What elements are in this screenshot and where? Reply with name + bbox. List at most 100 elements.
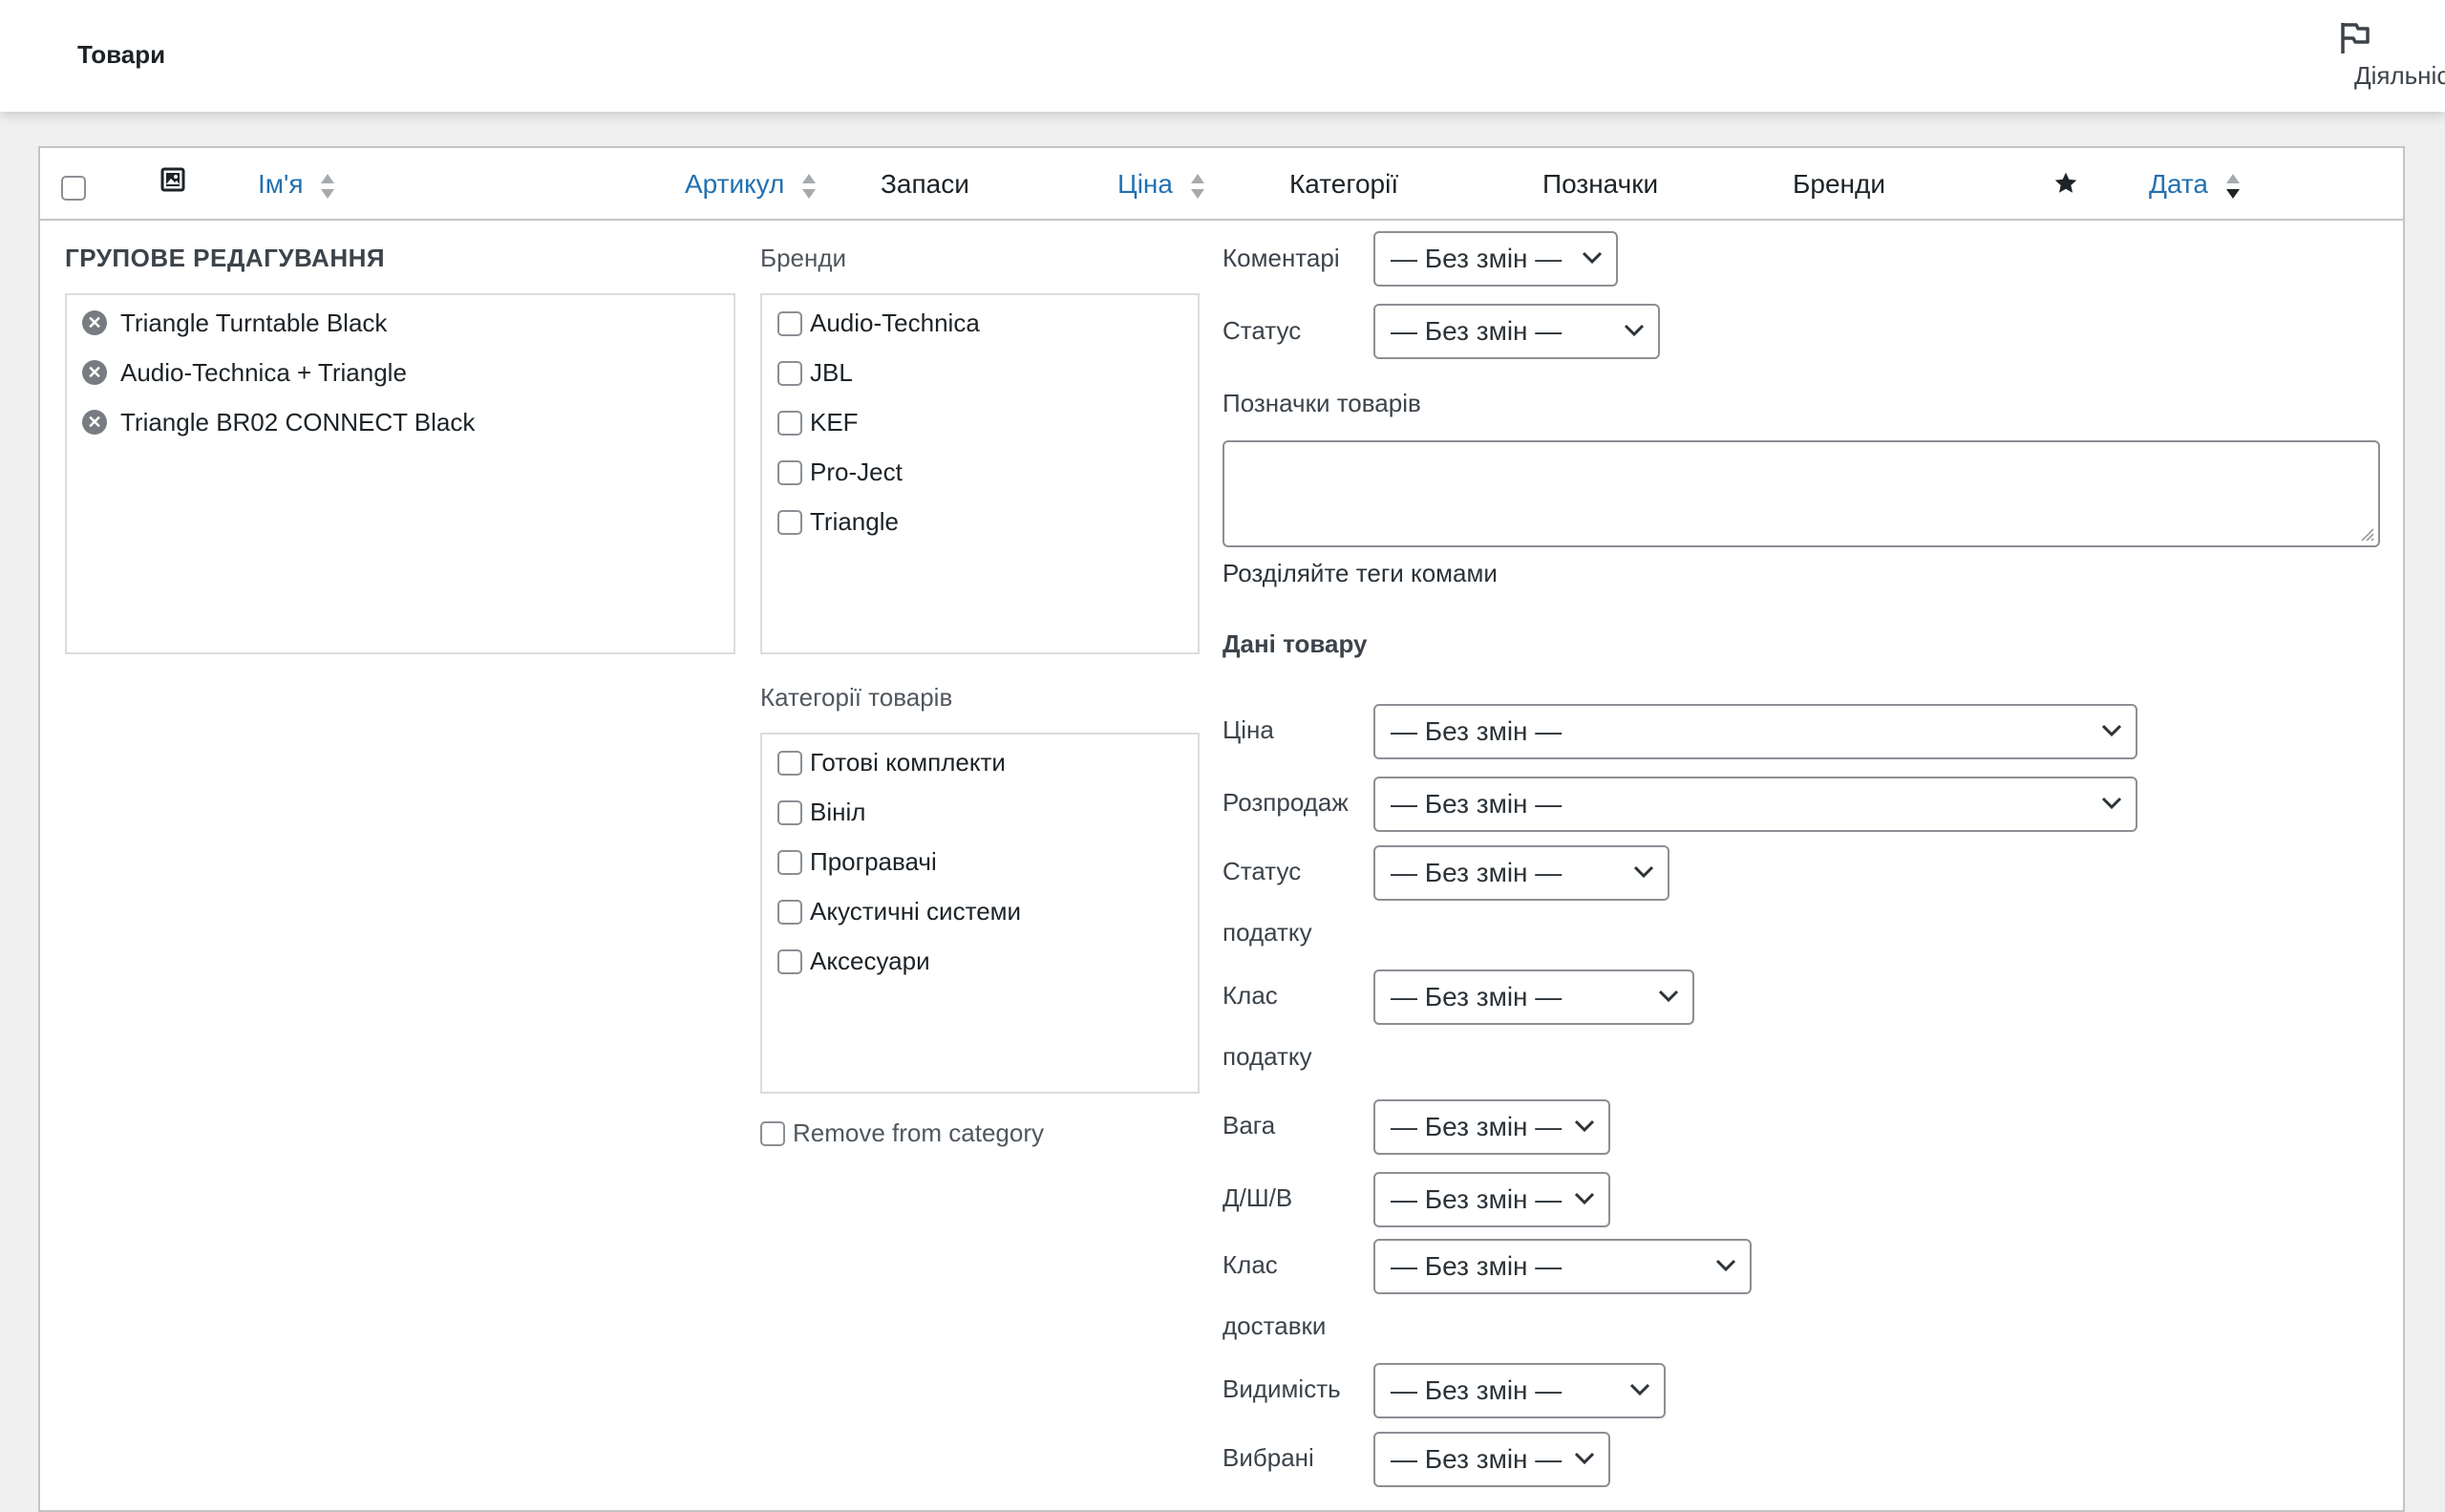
comments-value: — Без змін — <box>1391 244 1563 273</box>
selected-product: ✕ Audio-Technica + Triangle <box>82 358 407 387</box>
sale-label: Розпродаж <box>1222 788 1349 817</box>
brand-option[interactable]: Audio-Technica <box>777 309 980 337</box>
selected-product: ✕ Triangle Turntable Black <box>82 309 387 337</box>
category-option[interactable]: Акустичні системи <box>777 897 1021 926</box>
chevron-down-icon <box>1582 251 1603 265</box>
sort-icon <box>1190 173 1204 199</box>
shipping-class-label-2: доставки <box>1222 1311 1327 1340</box>
tax-class-select[interactable]: — Без змін — <box>1373 969 1694 1025</box>
tax-class-label-2: податку <box>1222 1042 1312 1071</box>
visibility-label: Видимість <box>1222 1374 1341 1403</box>
column-date-label: Дата <box>2149 169 2209 199</box>
brand-option[interactable]: Triangle <box>777 507 899 536</box>
column-price[interactable]: Ціна <box>1117 169 1205 201</box>
brand-option[interactable]: JBL <box>777 358 853 387</box>
column-price-label: Ціна <box>1117 169 1173 199</box>
tax-class-value: — Без змін — <box>1391 982 1563 1012</box>
price-select[interactable]: — Без змін — <box>1373 704 2137 759</box>
category-checkbox[interactable] <box>777 799 802 825</box>
remove-icon[interactable]: ✕ <box>82 410 107 436</box>
category-checkbox[interactable] <box>777 948 802 974</box>
chevron-down-icon <box>2101 724 2122 737</box>
dimensions-value: — Без змін — <box>1391 1184 1563 1214</box>
comments-label: Коментарі <box>1222 244 1340 272</box>
category-option[interactable]: Аксесуари <box>777 947 930 975</box>
column-stock: Запаси <box>881 169 969 199</box>
sort-icon <box>2225 173 2240 199</box>
activity-label: Діяльність <box>2354 61 2445 90</box>
dimensions-select[interactable]: — Без змін — <box>1373 1172 1610 1227</box>
brand-option[interactable]: KEF <box>777 408 859 437</box>
column-categories: Категорії <box>1289 169 1399 199</box>
column-brands: Бренди <box>1793 169 1885 199</box>
category-checkbox[interactable] <box>777 849 802 875</box>
weight-select[interactable]: — Без змін — <box>1373 1099 1610 1155</box>
brand-checkbox[interactable] <box>777 410 802 436</box>
sort-icon <box>802 173 817 199</box>
column-date[interactable]: Дата <box>2149 169 2241 201</box>
select-all-checkbox[interactable] <box>61 175 86 201</box>
tax-class-label: Клас <box>1222 981 1278 1010</box>
tags-hint: Розділяйте теги комами <box>1222 559 1498 587</box>
brands-checklist: Audio-Technica JBL KEF Pro-Ject Triangle <box>760 293 1200 654</box>
shipping-class-select[interactable]: — Без змін — <box>1373 1239 1752 1294</box>
featured-label: Вибрані <box>1222 1443 1314 1472</box>
column-name[interactable]: Ім'я <box>258 169 335 201</box>
selected-products-list: ✕ Triangle Turntable Black ✕ Audio-Technic… <box>65 293 735 654</box>
resize-handle-icon[interactable] <box>2359 526 2374 542</box>
featured-select[interactable]: — Без змін — <box>1373 1432 1610 1487</box>
category-option[interactable]: Вініл <box>777 798 865 826</box>
table-header: Ім'я Артикул Запаси Ціна Категорії Позна… <box>40 148 2403 221</box>
remove-icon[interactable]: ✕ <box>82 360 107 386</box>
categories-checklist: Готові комплекти Вініл Програвачі Акусти… <box>760 733 1200 1094</box>
weight-value: — Без змін — <box>1391 1112 1563 1141</box>
brand-label: KEF <box>810 408 859 437</box>
product-data-title: Дані товару <box>1222 629 1368 658</box>
category-checkbox[interactable] <box>777 750 802 776</box>
activity-button[interactable]: Діяльність <box>2283 19 2445 90</box>
brand-label: JBL <box>810 358 853 387</box>
star-icon <box>2054 172 2077 193</box>
brands-title: Бренди <box>760 244 847 272</box>
top-bar: Товари Діяльність <box>0 0 2445 112</box>
tax-status-select[interactable]: — Без змін — <box>1373 845 1669 901</box>
tax-status-value: — Без змін — <box>1391 858 1563 887</box>
brand-checkbox[interactable] <box>777 360 802 386</box>
brand-option[interactable]: Pro-Ject <box>777 458 903 486</box>
sale-select[interactable]: — Без змін — <box>1373 777 2137 832</box>
brand-checkbox[interactable] <box>777 509 802 535</box>
column-featured[interactable] <box>2053 171 2078 202</box>
comments-select[interactable]: — Без змін — <box>1373 231 1618 287</box>
chevron-down-icon <box>1715 1259 1736 1272</box>
chevron-down-icon <box>1574 1452 1595 1465</box>
remove-from-category-label: Remove from category <box>793 1118 1044 1147</box>
brand-label: Triangle <box>810 507 899 536</box>
category-label: Програвачі <box>810 847 937 876</box>
visibility-value: — Без змін — <box>1391 1375 1563 1405</box>
tax-status-label-line1: Статус <box>1222 857 1302 885</box>
column-name-label: Ім'я <box>258 169 304 199</box>
selected-product: ✕ Triangle BR02 CONNECT Black <box>82 408 475 437</box>
remove-icon[interactable]: ✕ <box>82 310 107 336</box>
shipping-class-label: Клас <box>1222 1250 1278 1279</box>
tags-textarea[interactable] <box>1222 440 2380 547</box>
brand-checkbox[interactable] <box>777 310 802 336</box>
brand-checkbox[interactable] <box>777 459 802 485</box>
category-checkbox[interactable] <box>777 899 802 925</box>
image-icon <box>160 167 185 192</box>
column-sku[interactable]: Артикул <box>685 169 817 201</box>
chevron-down-icon <box>1629 1383 1650 1396</box>
page-title: Товари <box>77 40 166 69</box>
remove-from-category-checkbox[interactable] <box>760 1120 785 1146</box>
sale-value: — Без змін — <box>1391 789 1563 819</box>
price-value: — Без змін — <box>1391 716 1563 746</box>
status-select[interactable]: — Без змін — <box>1373 304 1660 359</box>
price-label: Ціна <box>1222 715 1274 744</box>
category-option[interactable]: Готові комплекти <box>777 748 1006 777</box>
chevron-down-icon <box>1574 1192 1595 1205</box>
category-option[interactable]: Програвачі <box>777 847 937 876</box>
products-table: Ім'я Артикул Запаси Ціна Категорії Позна… <box>38 146 2405 1512</box>
visibility-select[interactable]: — Без змін — <box>1373 1363 1666 1418</box>
remove-from-category-option[interactable]: Remove from category <box>760 1118 1044 1147</box>
tax-status-label: Статус <box>1222 857 1301 886</box>
